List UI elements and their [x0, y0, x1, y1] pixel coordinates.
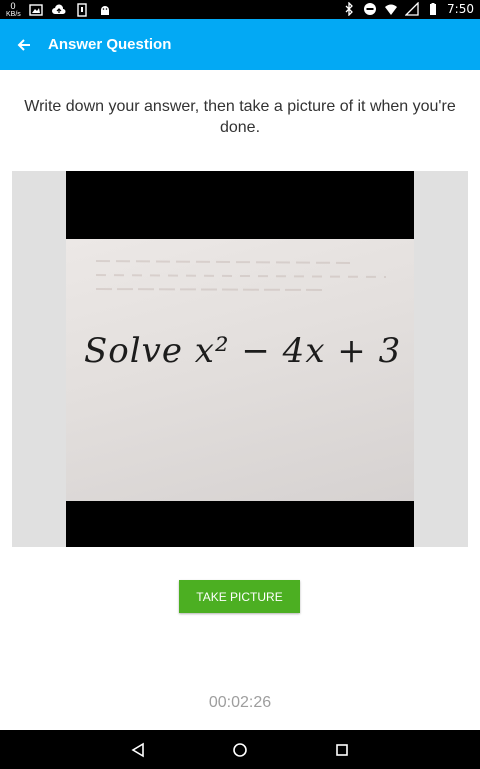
network-speed-indicator: 0 KB/s	[6, 1, 21, 19]
do-not-disturb-icon	[364, 3, 377, 15]
arrow-left-icon	[17, 38, 30, 51]
page-title: Answer Question	[48, 36, 172, 53]
battery-icon	[430, 3, 437, 15]
nav-home-button[interactable]	[229, 739, 251, 761]
handwritten-equation: Solve x² − 4x + 3 = 0	[84, 331, 414, 371]
wifi-icon	[385, 4, 398, 15]
nav-recents-button[interactable]	[331, 739, 353, 761]
photo-frame: Solve x² − 4x + 3 = 0	[66, 171, 414, 547]
back-triangle-icon	[131, 742, 144, 758]
sim-icon	[77, 3, 87, 17]
home-circle-icon	[233, 743, 247, 757]
bluetooth-icon	[345, 2, 353, 16]
app-bar: Answer Question	[0, 19, 480, 70]
image-icon	[29, 4, 43, 16]
photo-preview: Solve x² − 4x + 3 = 0	[12, 171, 468, 547]
status-bar: 0 KB/s 7:50	[0, 0, 480, 19]
recents-square-icon	[336, 744, 348, 756]
nav-back-button[interactable]	[127, 739, 149, 761]
network-speed-value: 0	[10, 1, 16, 11]
status-time: 7:50	[447, 2, 474, 16]
android-icon	[101, 6, 109, 15]
faint-bleed-through-text	[96, 260, 387, 291]
captured-paper-image: Solve x² − 4x + 3 = 0	[66, 239, 414, 501]
navigation-bar	[0, 730, 480, 769]
back-button[interactable]	[0, 19, 48, 70]
signal-icon	[405, 2, 419, 16]
instruction-text: Write down your answer, then take a pict…	[24, 98, 456, 136]
cloud-upload-icon	[52, 4, 66, 15]
network-speed-unit: KB/s	[6, 11, 21, 18]
take-picture-button[interactable]: TAKE PICTURE	[179, 580, 300, 613]
elapsed-timer: 00:02:26	[208, 694, 272, 711]
